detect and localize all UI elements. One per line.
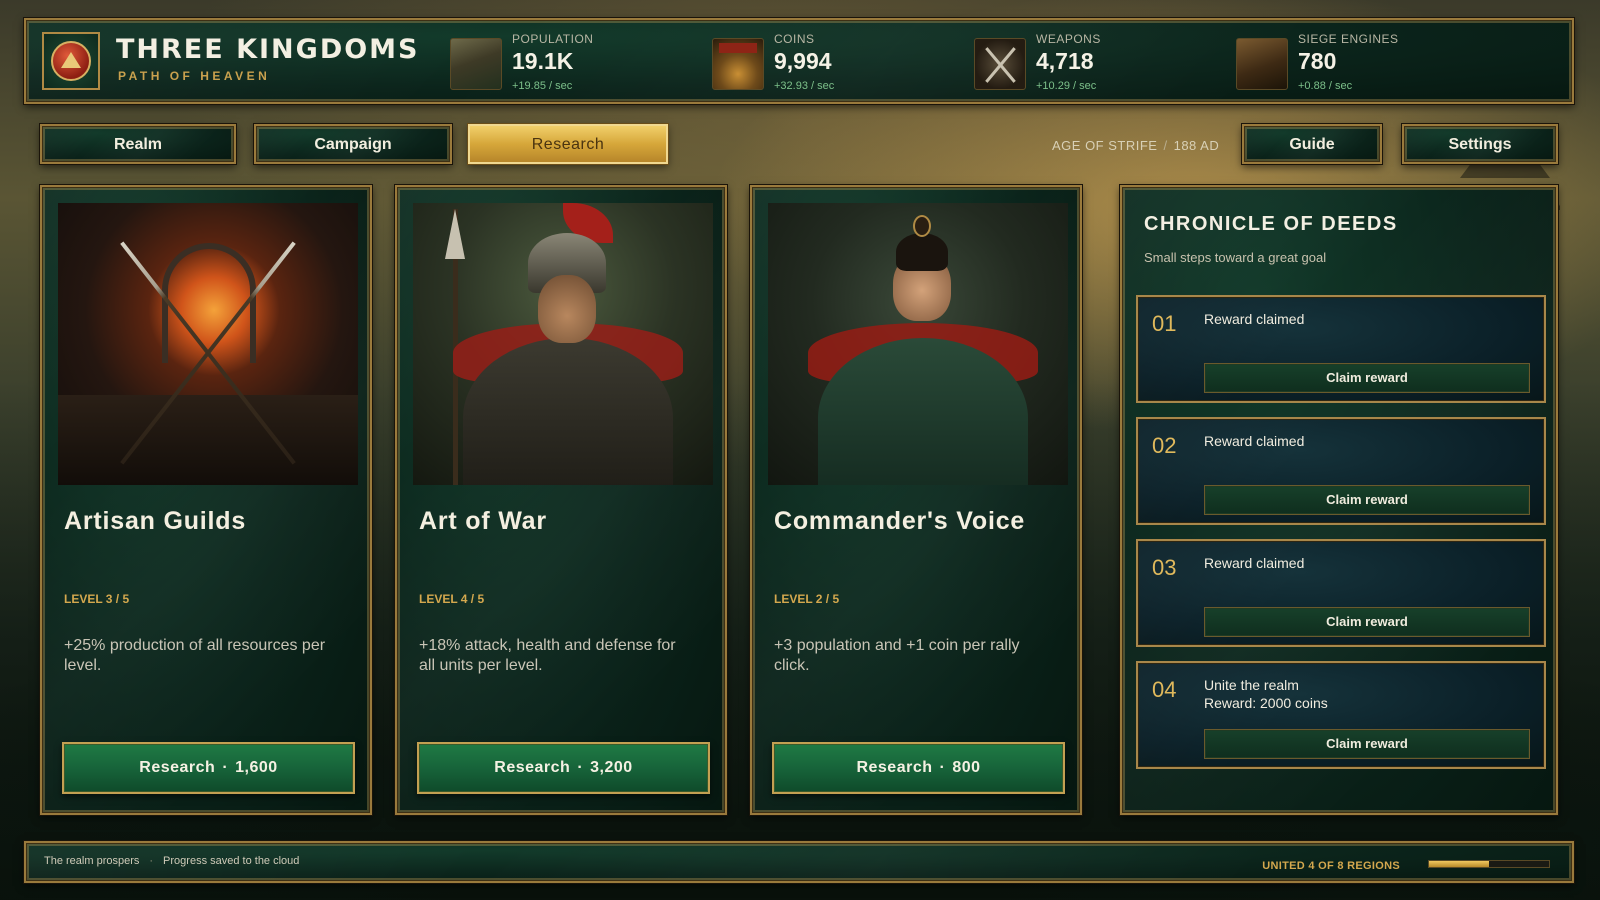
tab-research[interactable]: Research (468, 124, 668, 164)
kingdom-emblem-icon (42, 32, 100, 90)
commander-portrait-illustration (768, 203, 1068, 485)
chronicle-panel: CHRONICLE OF DEEDS Small steps toward a … (1120, 185, 1558, 815)
crossed-swords-icon (974, 38, 1026, 90)
era-name: AGE OF STRIFE (1052, 138, 1158, 153)
research-button-label: Research (856, 759, 933, 776)
game-title: THREE KINGDOMS (116, 34, 420, 65)
quest-item: 01 Reward claimed Claim reward (1136, 295, 1546, 403)
separator-dot: · (939, 759, 946, 776)
research-cost: 1,600 (235, 759, 278, 776)
resource-rate: +32.93 / sec (774, 80, 835, 92)
card-title: Commander's Voice (774, 507, 1026, 535)
research-cost: 800 (952, 759, 981, 776)
resource-rate: +19.85 / sec (512, 80, 573, 92)
research-button[interactable]: Research · 3,200 (417, 742, 710, 794)
claim-reward-button[interactable]: Claim reward (1204, 485, 1530, 515)
card-description: +25% production of all resources per lev… (64, 637, 326, 674)
claim-reward-button[interactable]: Claim reward (1204, 363, 1530, 393)
resource-label: SIEGE ENGINES (1298, 32, 1399, 46)
regions-progress-bar (1428, 860, 1550, 868)
separator-dot: · (577, 759, 584, 776)
claim-reward-button[interactable]: Claim reward (1204, 607, 1530, 637)
research-card-artisan-guilds: Artisan Guilds LEVEL 3 / 5 +25% producti… (40, 185, 372, 815)
tab-realm[interactable]: Realm (40, 124, 236, 164)
status-separator: · (149, 855, 154, 867)
village-icon (450, 38, 502, 90)
resource-value: 9,994 (774, 48, 832, 74)
era-separator: / (1163, 138, 1168, 153)
regions-united-label: UNITED 4 OF 8 REGIONS (1262, 860, 1400, 872)
quest-number: 02 (1152, 433, 1177, 458)
regions-progress-fill (1429, 861, 1489, 867)
settings-button[interactable]: Settings (1402, 124, 1558, 164)
research-button[interactable]: Research · 1,600 (62, 742, 355, 794)
resource-siege-engines: SIEGE ENGINES 780 +0.88 / sec (1236, 30, 1476, 96)
resource-label: WEAPONS (1036, 32, 1101, 46)
research-button[interactable]: Research · 800 (772, 742, 1065, 794)
resource-weapons: WEAPONS 4,718 +10.29 / sec (974, 30, 1214, 96)
research-cost: 3,200 (590, 759, 633, 776)
claim-reward-button[interactable]: Claim reward (1204, 729, 1530, 759)
resource-label: POPULATION (512, 32, 594, 46)
resource-label: COINS (774, 32, 815, 46)
status-prosper: The realm prospers (44, 855, 140, 867)
status-messages: The realm prospers · Progress saved to the… (44, 855, 299, 867)
forge-spears-illustration (58, 203, 358, 485)
research-button-label: Research (494, 759, 571, 776)
era-year: 188 AD (1173, 138, 1220, 153)
card-level: LEVEL 2 / 5 (774, 592, 840, 606)
quest-item: 02 Reward claimed Claim reward (1136, 417, 1546, 525)
research-card-commanders-voice: Commander's Voice LEVEL 2 / 5 +3 populat… (750, 185, 1082, 815)
research-button-label: Research (139, 759, 216, 776)
game-subtitle: PATH OF HEAVEN (118, 69, 271, 83)
resource-value: 780 (1298, 48, 1337, 74)
research-card-art-of-war: Art of War LEVEL 4 / 5 +18% attack, heal… (395, 185, 727, 815)
card-description: +3 population and +1 coin per rally clic… (774, 637, 1020, 674)
resource-rate: +0.88 / sec (1298, 80, 1353, 92)
quest-text: Reward claimed (1204, 433, 1305, 449)
quest-number: 04 (1152, 677, 1177, 702)
resource-rate: +10.29 / sec (1036, 80, 1097, 92)
armored-general-illustration (413, 203, 713, 485)
resource-value: 19.1K (512, 48, 574, 74)
card-title: Artisan Guilds (64, 507, 247, 535)
guide-button[interactable]: Guide (1242, 124, 1382, 164)
quest-text: Unite the realm Reward: 2000 coins (1204, 677, 1328, 711)
catapult-icon (1236, 38, 1288, 90)
quest-text: Reward claimed (1204, 555, 1305, 571)
status-footer: The realm prospers · Progress saved to the… (24, 841, 1574, 883)
card-description: +18% attack, health and defense for all … (419, 637, 676, 674)
quest-number: 01 (1152, 311, 1177, 336)
resource-population: POPULATION 19.1K +19.85 / sec (450, 30, 690, 96)
coin-hoard-icon (712, 38, 764, 90)
card-title: Art of War (419, 507, 547, 535)
status-saved: Progress saved to the cloud (163, 855, 300, 867)
quest-item: 04 Unite the realm Reward: 2000 coins Cl… (1136, 661, 1546, 769)
chronicle-title: CHRONICLE OF DEEDS (1144, 213, 1398, 235)
quest-item: 03 Reward claimed Claim reward (1136, 539, 1546, 647)
resource-coins: COINS 9,994 +32.93 / sec (712, 30, 952, 96)
tab-campaign[interactable]: Campaign (254, 124, 452, 164)
resource-value: 4,718 (1036, 48, 1094, 74)
card-level: LEVEL 3 / 5 (64, 592, 130, 606)
quest-number: 03 (1152, 555, 1177, 580)
separator-dot: · (222, 759, 229, 776)
card-level: LEVEL 4 / 5 (419, 592, 485, 606)
chronicle-subtitle: Small steps toward a great goal (1144, 250, 1327, 265)
resource-bar: THREE KINGDOMS PATH OF HEAVEN POPULATION… (24, 18, 1574, 104)
era-indicator: AGE OF STRIFE / 188 AD (1052, 138, 1219, 153)
quest-text: Reward claimed (1204, 311, 1305, 327)
